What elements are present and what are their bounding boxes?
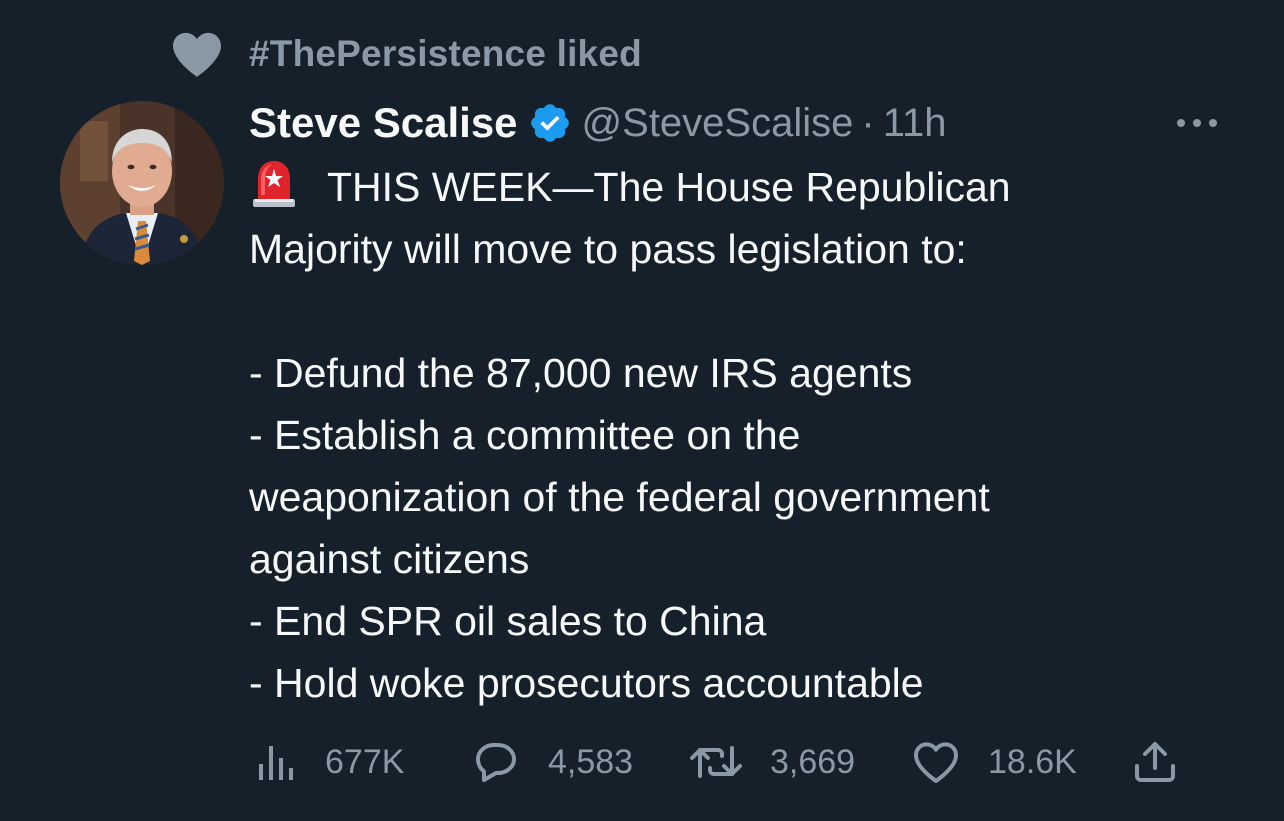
- tweet-timestamp[interactable]: 11h: [883, 101, 947, 146]
- tweet-line: THIS WEEK—The House Republican: [249, 156, 1249, 218]
- tweet-line: - End SPR oil sales to China: [249, 598, 767, 644]
- reply-count: 4,583: [548, 742, 634, 781]
- share-icon: [1135, 742, 1175, 782]
- author-handle[interactable]: @SteveScalise: [582, 101, 854, 146]
- views-count: 677K: [325, 742, 405, 781]
- more-options-button[interactable]: [1172, 103, 1222, 143]
- like-count: 18.6K: [988, 742, 1077, 781]
- like-button[interactable]: 18.6K: [912, 734, 1077, 790]
- separator-dot: ·: [861, 100, 875, 145]
- share-button[interactable]: [1133, 734, 1177, 790]
- verified-badge-icon: [530, 104, 569, 142]
- tweet-line-text: THIS WEEK—The House Republican: [327, 164, 1011, 210]
- tweet-line: weaponization of the federal government: [249, 474, 990, 520]
- tweet-text: THIS WEEK—The House Republican Majority …: [249, 156, 1249, 714]
- retweet-count: 3,669: [770, 742, 856, 781]
- views-button[interactable]: 677K: [257, 734, 404, 790]
- reply-icon: [476, 743, 516, 782]
- like-icon: [914, 742, 958, 783]
- action-bar: 677K 4,583 3,669 18.6K: [249, 734, 1189, 790]
- heart-icon: [173, 32, 221, 77]
- tweet-line: Majority will move to pass legislation t…: [249, 226, 967, 272]
- more-options-icon: [1177, 119, 1217, 127]
- social-context: #ThePersistence liked: [170, 30, 642, 78]
- retweet-button[interactable]: 3,669: [690, 734, 855, 790]
- tweet-line: - Establish a committee on the: [249, 412, 801, 458]
- tweet-line: against citizens: [249, 536, 530, 582]
- author-display-name[interactable]: Steve Scalise: [249, 99, 518, 147]
- views-icon: [259, 746, 293, 780]
- retweet-icon: [690, 746, 742, 778]
- avatar[interactable]: [60, 101, 224, 265]
- tweet-line: - Hold woke prosecutors accountable: [249, 660, 924, 706]
- tweet-line: - Defund the 87,000 new IRS agents: [249, 350, 913, 396]
- rotating-light-emoji: [253, 161, 295, 207]
- reply-button[interactable]: 4,583: [472, 734, 633, 790]
- social-context-label[interactable]: #ThePersistence liked: [249, 33, 642, 75]
- tweet-header: Steve Scalise @SteveScalise · 11h: [249, 96, 1239, 150]
- tweet-card[interactable]: #ThePersistence liked Steve Scalise @Ste…: [0, 0, 1284, 821]
